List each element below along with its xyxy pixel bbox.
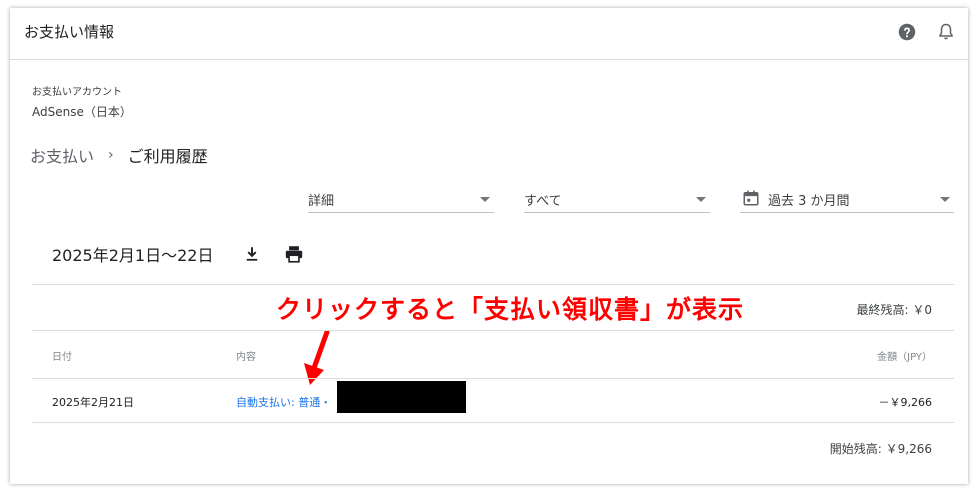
print-icon[interactable]	[284, 245, 304, 263]
account-label: お支払いアカウント	[32, 87, 122, 98]
divider	[32, 330, 954, 331]
dropdown-arrow-icon	[940, 197, 950, 202]
page-title: お支払い情報	[24, 23, 115, 41]
period-title: 2025年2月1日〜22日	[52, 246, 214, 265]
help-icon[interactable]	[898, 23, 916, 41]
breadcrumb: お支払い › ご利用履歴	[30, 143, 208, 167]
column-header-amount: 金額（JPY）	[877, 352, 932, 363]
date-range-select[interactable]: 過去 3 か月間	[740, 188, 954, 213]
app-bar: お支払い情報	[10, 8, 968, 60]
auto-payment-link[interactable]: 自動支払い: 普通・	[236, 394, 331, 410]
detail-filter-select[interactable]: 詳細	[308, 188, 494, 213]
type-filter-value: すべて	[524, 194, 562, 209]
final-balance: 最終残高: ￥0	[856, 303, 933, 317]
column-header-description: 内容	[236, 352, 256, 363]
detail-filter-value: 詳細	[308, 194, 335, 209]
row-amount: －￥9,266	[878, 396, 933, 409]
date-range-value: 過去 3 か月間	[768, 194, 850, 209]
divider	[32, 378, 954, 379]
dropdown-arrow-icon	[696, 197, 706, 202]
column-header-date: 日付	[52, 352, 72, 363]
row-date: 2025年2月21日	[52, 396, 134, 409]
divider	[32, 284, 954, 285]
breadcrumb-current: ご利用履歴	[127, 147, 208, 166]
divider	[32, 422, 954, 423]
account-name: AdSense（日本）	[32, 105, 132, 119]
billing-panel: お支払い情報 お支払いアカウント AdSense（日本） お支払い › ご利用履…	[10, 8, 968, 484]
opening-balance: 開始残高: ￥9,266	[829, 442, 932, 456]
calendar-icon	[743, 190, 759, 206]
bell-icon[interactable]	[937, 22, 955, 42]
breadcrumb-payments[interactable]: お支払い	[30, 143, 94, 167]
redacted-block	[337, 381, 466, 413]
type-filter-select[interactable]: すべて	[524, 188, 710, 213]
download-icon[interactable]	[243, 245, 261, 263]
breadcrumb-separator: ›	[108, 147, 114, 163]
dropdown-arrow-icon	[480, 197, 490, 202]
annotation-text: クリックすると「支払い領収書」が表示	[276, 295, 745, 324]
